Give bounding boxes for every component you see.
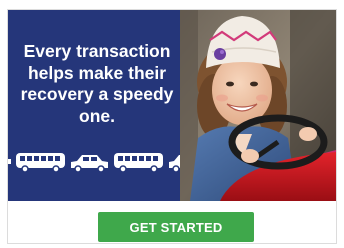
ad-banner[interactable]: Every transaction helps make their recov… <box>8 10 336 201</box>
cta-area: GET STARTED <box>8 201 336 243</box>
child-photo <box>180 10 336 201</box>
car-icon <box>71 155 108 173</box>
get-started-button[interactable]: GET STARTED <box>98 212 254 242</box>
headline-panel: Every transaction helps make their recov… <box>8 10 184 201</box>
vehicle-strip <box>8 153 184 173</box>
ad-headline: Every transaction helps make their recov… <box>20 41 174 126</box>
ad-frame: Every transaction helps make their recov… <box>7 9 337 244</box>
bus-icon <box>8 153 65 173</box>
bus-icon <box>114 153 163 173</box>
